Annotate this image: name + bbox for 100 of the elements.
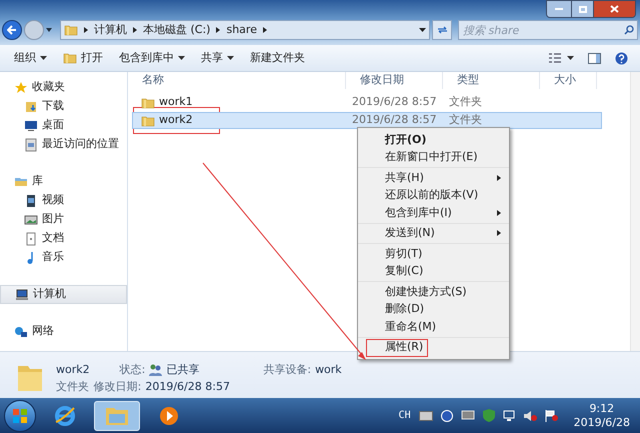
history-caret-icon — [46, 28, 52, 32]
chevron-icon — [216, 27, 220, 33]
share-label: 共享设备: — [263, 362, 312, 377]
menu-item[interactable]: 复制(C) — [358, 262, 509, 280]
modified-value: 2019/6/28 8:57 — [145, 379, 230, 394]
menu-item[interactable]: 还原以前的版本(V) — [358, 186, 509, 204]
chevron-icon — [84, 27, 88, 33]
shield-icon[interactable] — [482, 409, 495, 422]
menu-item[interactable]: 剪切(T) — [358, 245, 509, 262]
toolbar-button[interactable]: 打开 — [55, 47, 111, 69]
date: 2019/6/28 — [574, 416, 630, 430]
breadcrumb[interactable]: 计算机 — [94, 22, 127, 38]
maximize-button[interactable] — [571, 1, 593, 17]
file-name: work1 — [159, 94, 193, 110]
menu-item[interactable]: 删除(D) — [358, 300, 509, 318]
sidebar-item[interactable]: 下载 — [0, 97, 127, 116]
folder-icon — [105, 406, 129, 426]
menu-item[interactable]: 创建快捷方式(S) — [358, 283, 509, 300]
caret-icon — [227, 56, 234, 60]
network-icon[interactable] — [502, 410, 516, 422]
status-label: 状态: — [120, 362, 146, 377]
speaker-muted-icon[interactable] — [524, 410, 537, 422]
language-indicator[interactable]: CH — [398, 408, 411, 423]
chevron-icon — [262, 27, 267, 33]
folder-icon — [141, 114, 155, 126]
back-button[interactable] — [2, 20, 22, 40]
image-icon — [24, 212, 38, 226]
users-icon — [149, 364, 162, 376]
submenu-arrow-icon — [497, 210, 501, 216]
browser-icon — [54, 404, 76, 426]
menu-item[interactable]: 共享(H) — [358, 169, 509, 186]
address-bar[interactable]: 计算机 本地磁盘 (C:) share — [60, 20, 430, 40]
submenu-arrow-icon — [497, 174, 501, 181]
dropdown-caret-icon — [419, 28, 426, 32]
pane-icon — [588, 52, 601, 64]
chevron-icon — [133, 27, 137, 33]
folder-icon — [63, 52, 77, 64]
column-header[interactable]: 名称 — [128, 72, 346, 89]
modified-cell-text: 2019/6/28 8:57 — [351, 112, 438, 128]
folder-icon — [141, 96, 155, 108]
search-field[interactable]: 搜索 share — [458, 20, 638, 40]
download-icon — [24, 100, 38, 114]
star-icon — [14, 80, 28, 94]
file-row[interactable]: work1 2019/6/28 8:57 文件夹 — [132, 94, 602, 111]
refresh-button[interactable] — [432, 20, 452, 40]
doc-icon — [24, 232, 38, 246]
toolbar-button[interactable]: 新建文件夹 — [242, 47, 313, 69]
file-row[interactable]: work2 2019/6/28 8:57 文件夹 — [132, 112, 602, 129]
menu-item[interactable]: 属性(R) — [358, 338, 509, 356]
menu-item[interactable]: 包含到库中(I) — [358, 204, 509, 222]
windows-logo-icon — [12, 408, 28, 424]
submenu-arrow-icon — [497, 230, 501, 236]
sidebar-item[interactable]: 音乐 — [0, 248, 127, 267]
menu-item[interactable]: 在新窗口中打开(E) — [358, 148, 509, 166]
sidebar-item[interactable]: 文档 — [0, 229, 127, 248]
close-button[interactable] — [593, 1, 635, 17]
sidebar-item[interactable]: 计算机 — [0, 285, 127, 304]
column-header[interactable]: 大小 — [540, 72, 597, 89]
share-value: work — [315, 362, 342, 377]
sidebar-item[interactable]: 视频 — [0, 191, 127, 210]
computer-icon — [15, 288, 29, 302]
start-button[interactable] — [4, 400, 36, 432]
breadcrumb[interactable]: 本地磁盘 (C:) — [143, 22, 210, 38]
toolbar-button[interactable]: 组织 — [6, 47, 55, 69]
file-name: work2 — [56, 362, 90, 377]
column-header[interactable]: 修改日期 — [346, 72, 443, 89]
annotation-box — [366, 338, 428, 356]
breadcrumb[interactable]: share — [226, 22, 257, 38]
play-icon — [159, 406, 179, 426]
sidebar-item[interactable]: 库 — [0, 172, 127, 191]
sidebar-item[interactable]: 最近访问的位置 — [0, 135, 127, 154]
close-icon — [610, 5, 619, 13]
sidebar-item[interactable]: 桌面 — [0, 116, 127, 135]
type-cell-text: 文件夹 — [448, 112, 483, 128]
status-value: 已共享 — [166, 362, 200, 377]
clock[interactable]: 9:12 2019/6/28 — [574, 402, 630, 430]
sidebar-item[interactable]: 网络 — [0, 322, 127, 341]
back-arrow-icon — [7, 25, 17, 35]
monitor-icon[interactable] — [460, 410, 475, 422]
flag-icon[interactable] — [544, 410, 558, 422]
search-icon — [624, 25, 634, 35]
column-header[interactable]: 类型 — [443, 72, 540, 89]
video-icon — [24, 194, 38, 208]
menu-item[interactable]: 发送到(N) — [358, 224, 509, 242]
toolbar-button[interactable]: 共享 — [193, 47, 242, 69]
type-cell-text: 文件夹 — [448, 94, 483, 110]
menu-item[interactable]: 打开(O) — [358, 131, 509, 148]
caret-icon — [178, 56, 185, 60]
folder-icon — [64, 24, 78, 36]
desktop-icon — [24, 118, 38, 132]
caret-icon — [40, 56, 47, 60]
sidebar-item[interactable]: 收藏夹 — [0, 78, 127, 97]
modified-label: 修改日期: — [94, 379, 142, 394]
menu-item[interactable]: 重命名(M) — [358, 318, 509, 336]
time: 9:12 — [589, 402, 614, 416]
list-view-icon — [549, 53, 561, 63]
modified-cell-text: 2019/6/28 8:57 — [351, 94, 438, 110]
toolbar-button[interactable]: 包含到库中 — [111, 47, 193, 69]
file-type: 文件夹 — [56, 379, 90, 394]
sidebar-item[interactable]: 图片 — [0, 210, 127, 229]
